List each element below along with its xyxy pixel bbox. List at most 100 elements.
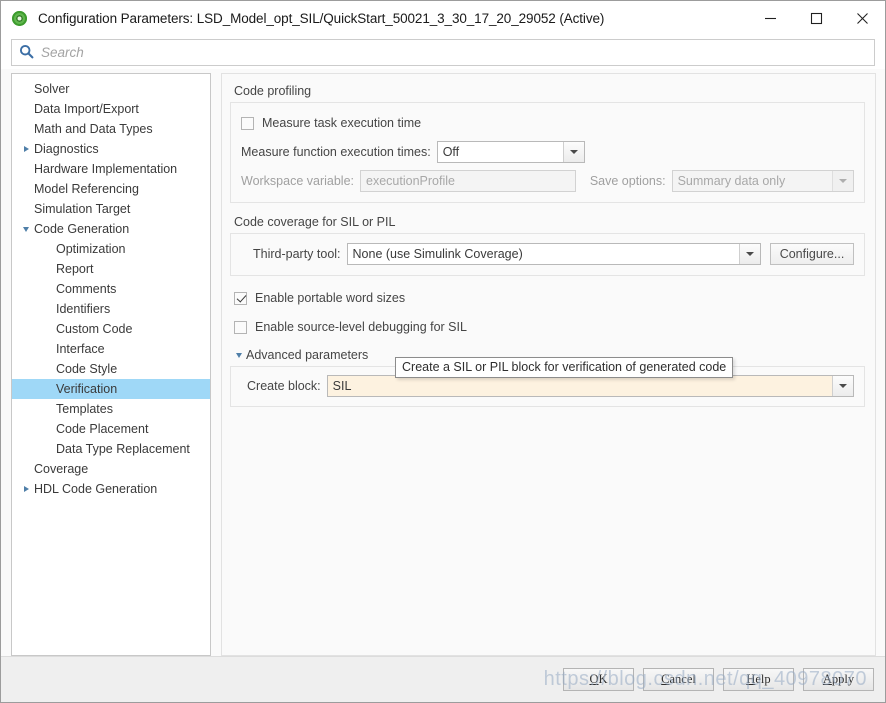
sidebar-item-label: Data Type Replacement bbox=[56, 442, 190, 456]
search-icon bbox=[19, 44, 34, 62]
workspace-variable-input[interactable]: executionProfile bbox=[360, 170, 576, 192]
button-label-mnemonic: H bbox=[746, 672, 756, 686]
search-input[interactable] bbox=[41, 45, 874, 60]
save-options-label: Save options: bbox=[589, 174, 666, 188]
sidebar-item-label: Interface bbox=[56, 342, 105, 356]
sidebar-item-label: Comments bbox=[56, 282, 117, 296]
create-block-row: Create block: SIL bbox=[241, 375, 854, 397]
sidebar-item-label: Optimization bbox=[56, 242, 126, 256]
third-party-tool-dropdown[interactable]: None (use Simulink Coverage) bbox=[346, 243, 761, 265]
sidebar-item-label: Model Referencing bbox=[34, 182, 139, 196]
save-options-dropdown[interactable]: Summary data only bbox=[671, 170, 854, 192]
measure-function-execution-times-dropdown[interactable]: Off bbox=[436, 141, 585, 163]
ok-button[interactable]: OK bbox=[563, 668, 634, 691]
sidebar-item-verification[interactable]: Verification bbox=[12, 379, 210, 399]
sidebar-item-solver[interactable]: Solver bbox=[12, 79, 210, 99]
button-label-suffix: pply bbox=[831, 672, 855, 686]
create-block-dropdown[interactable]: SIL bbox=[326, 375, 854, 397]
enable-source-level-debugging-label: Enable source-level debugging for SIL bbox=[255, 320, 467, 334]
sidebar-item-comments[interactable]: Comments bbox=[12, 279, 210, 299]
sidebar-item-code-style[interactable]: Code Style bbox=[12, 359, 210, 379]
measure-function-execution-times-row: Measure function execution times: Off bbox=[241, 141, 854, 163]
chevron-down-icon[interactable] bbox=[562, 142, 584, 162]
code-profiling-group: Measure task execution time Measure func… bbox=[230, 102, 865, 203]
configure-button[interactable]: Configure... bbox=[770, 243, 854, 265]
sidebar-item-label: Code Placement bbox=[56, 422, 149, 436]
sidebar-item-custom-code[interactable]: Custom Code bbox=[12, 319, 210, 339]
save-options-value: Summary data only bbox=[677, 174, 786, 188]
sidebar-item-label: HDL Code Generation bbox=[34, 482, 158, 496]
workspace-variable-row: Workspace variable: executionProfile Sav… bbox=[241, 170, 854, 192]
sidebar-item-optimization[interactable]: Optimization bbox=[12, 239, 210, 259]
advanced-parameters-label: Advanced parameters bbox=[246, 348, 369, 362]
enable-source-level-debugging-checkbox[interactable] bbox=[234, 320, 247, 334]
create-block-tooltip: Create a SIL or PIL block for verificati… bbox=[395, 357, 734, 378]
enable-portable-word-sizes-row[interactable]: Enable portable word sizes bbox=[234, 287, 865, 309]
sidebar-item-label: Data Import/Export bbox=[34, 102, 139, 116]
footer-buttons: O K Cancel Help Apply bbox=[554, 668, 874, 691]
settings-tree[interactable]: Solver Data Import/Export Math and Data Ty… bbox=[11, 73, 211, 656]
sidebar-item-data-import-export[interactable]: Data Import/Export bbox=[12, 99, 210, 119]
create-block-value: SIL bbox=[332, 379, 352, 393]
sidebar-item-simulation-target[interactable]: Simulation Target bbox=[12, 199, 210, 219]
measure-task-execution-time-row[interactable]: Measure task execution time bbox=[241, 112, 854, 134]
sidebar-item-code-placement[interactable]: Code Placement bbox=[12, 419, 210, 439]
title-bar: Configuration Parameters: LSD_Model_opt_… bbox=[1, 1, 885, 37]
search-box[interactable] bbox=[11, 39, 875, 66]
sidebar-item-label: Custom Code bbox=[56, 322, 133, 336]
window-title: Configuration Parameters: LSD_Model_opt_… bbox=[38, 11, 605, 26]
sidebar-item-templates[interactable]: Templates bbox=[12, 399, 210, 419]
measure-function-execution-times-value: Off bbox=[442, 145, 460, 159]
code-profiling-title: Code profiling bbox=[234, 84, 312, 98]
button-label-mnemonic: C bbox=[661, 672, 670, 686]
sidebar-item-model-referencing[interactable]: Model Referencing bbox=[12, 179, 210, 199]
enable-source-level-debugging-row[interactable]: Enable source-level debugging for SIL bbox=[234, 316, 865, 338]
search-bar bbox=[1, 37, 885, 69]
measure-function-execution-times-label: Measure function execution times: bbox=[241, 145, 431, 159]
third-party-tool-value: None (use Simulink Coverage) bbox=[352, 247, 523, 261]
sidebar-item-interface[interactable]: Interface bbox=[12, 339, 210, 359]
window-controls bbox=[747, 1, 885, 36]
sidebar-item-label: Report bbox=[56, 262, 94, 276]
third-party-tool-row: Third-party tool: None (use Simulink Cov… bbox=[241, 243, 854, 265]
sidebar-item-coverage[interactable]: Coverage bbox=[12, 459, 210, 479]
sidebar-item-label: Verification bbox=[56, 382, 118, 396]
dialog-button-bar: O K Cancel Help Apply https://blog.csdn.net/… bbox=[1, 656, 885, 702]
code-coverage-group: Third-party tool: None (use Simulink Cov… bbox=[230, 233, 865, 276]
sidebar-item-label: Code Style bbox=[56, 362, 118, 376]
simulink-icon bbox=[11, 10, 29, 28]
button-label-mnemonic: A bbox=[822, 672, 832, 686]
chevron-right-icon[interactable] bbox=[18, 146, 34, 152]
maximize-icon[interactable] bbox=[793, 1, 839, 36]
sidebar-item-data-type-replacement[interactable]: Data Type Replacement bbox=[12, 439, 210, 459]
minimize-icon[interactable] bbox=[747, 1, 793, 36]
sidebar-item-math-and-data-types[interactable]: Math and Data Types bbox=[12, 119, 210, 139]
sidebar-item-label: Simulation Target bbox=[34, 202, 131, 216]
sidebar-item-diagnostics[interactable]: Diagnostics bbox=[12, 139, 210, 159]
help-button[interactable]: Help bbox=[723, 668, 794, 691]
sidebar-item-code-generation[interactable]: Code Generation bbox=[12, 219, 210, 239]
content-area: Solver Data Import/Export Math and Data Ty… bbox=[1, 69, 885, 656]
sidebar-item-label: Math and Data Types bbox=[34, 122, 153, 136]
sidebar-item-hdl-code-generation[interactable]: HDL Code Generation bbox=[12, 479, 210, 499]
sidebar-item-identifiers[interactable]: Identifiers bbox=[12, 299, 210, 319]
workspace-variable-label: Workspace variable: bbox=[241, 174, 355, 188]
chevron-down-icon[interactable] bbox=[739, 244, 760, 264]
sidebar-item-label: Identifiers bbox=[56, 302, 111, 316]
chevron-down-icon[interactable] bbox=[832, 376, 853, 396]
chevron-right-icon[interactable] bbox=[18, 486, 34, 492]
measure-task-execution-time-checkbox[interactable] bbox=[241, 116, 254, 130]
sidebar-item-label: Coverage bbox=[34, 462, 89, 476]
button-label-suffix: elp bbox=[755, 672, 771, 686]
apply-button[interactable]: Apply bbox=[803, 668, 874, 691]
chevron-down-icon[interactable] bbox=[18, 226, 34, 232]
sidebar-item-label: Hardware Implementation bbox=[34, 162, 178, 176]
close-icon[interactable] bbox=[839, 1, 885, 36]
sidebar-item-report[interactable]: Report bbox=[12, 259, 210, 279]
button-label-suffix: K bbox=[598, 672, 608, 686]
measure-task-execution-time-label: Measure task execution time bbox=[262, 116, 422, 130]
chevron-down-icon[interactable] bbox=[832, 171, 853, 191]
sidebar-item-hardware-implementation[interactable]: Hardware Implementation bbox=[12, 159, 210, 179]
cancel-button[interactable]: Cancel bbox=[643, 668, 714, 691]
enable-portable-word-sizes-checkbox[interactable] bbox=[234, 291, 247, 305]
